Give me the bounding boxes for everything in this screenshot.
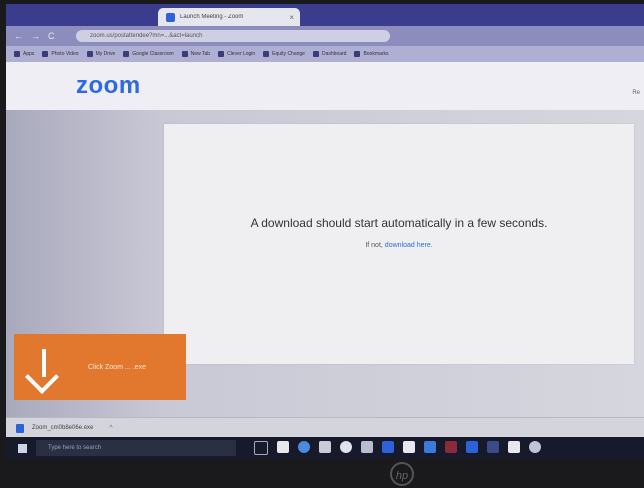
browser-toolbar: ← → C zoom.us/postattendee?mn=...&act=la… bbox=[6, 26, 644, 46]
zoom-header: zoom Re bbox=[6, 62, 644, 110]
bookmark-item[interactable]: Google Classroom bbox=[123, 51, 174, 57]
tab-strip: Launch Meeting - Zoom × bbox=[6, 4, 644, 26]
bookmark-item[interactable]: Bookmarks bbox=[354, 51, 388, 57]
header-edge-mark: Re bbox=[632, 90, 640, 96]
tab-title: Launch Meeting - Zoom bbox=[180, 14, 244, 20]
zoom-logo[interactable]: zoom bbox=[76, 72, 141, 100]
bookmark-item[interactable]: Dashboard bbox=[312, 51, 346, 57]
camera-icon[interactable] bbox=[508, 441, 520, 453]
bookmarks-bar: Apps Photo Video My Drive Google Classro… bbox=[6, 46, 644, 62]
chrome-icon[interactable] bbox=[298, 441, 310, 453]
taskbar-search[interactable]: Type here to search bbox=[36, 440, 236, 456]
address-bar[interactable]: zoom.us/postattendee?mn=...&act=launch bbox=[76, 30, 390, 42]
bookmark-icon bbox=[42, 51, 49, 57]
fallback-prefix: If not, bbox=[365, 242, 385, 249]
bookmark-icon bbox=[263, 51, 270, 57]
downloaded-file[interactable]: Zoom_cm0b8e06e.exe bbox=[32, 425, 93, 431]
app-icon[interactable] bbox=[529, 441, 541, 453]
screen: Launch Meeting - Zoom × ← → C zoom.us/po… bbox=[6, 4, 644, 459]
bookmark-item[interactable]: Clever Login bbox=[218, 51, 255, 57]
close-tab-icon[interactable]: × bbox=[289, 13, 294, 22]
chevron-up-icon[interactable]: ^ bbox=[109, 425, 112, 432]
bookmark-icon bbox=[181, 51, 188, 57]
file-icon bbox=[16, 423, 24, 433]
mail-icon[interactable] bbox=[319, 441, 331, 453]
laptop-bezel: hp bbox=[372, 462, 432, 487]
app-icon[interactable] bbox=[403, 441, 415, 453]
download-shelf: Zoom_cm0b8e06e.exe ^ bbox=[6, 417, 644, 438]
hp-logo: hp bbox=[390, 462, 414, 486]
bookmark-icon bbox=[86, 51, 93, 57]
download-callout[interactable]: Click Zoom ... .exe bbox=[14, 334, 186, 400]
bookmark-icon bbox=[354, 51, 361, 57]
download-card: A download should start automatically in… bbox=[164, 124, 634, 364]
app-icon[interactable] bbox=[424, 441, 436, 453]
task-view-icon[interactable] bbox=[254, 441, 268, 455]
app-icon[interactable] bbox=[340, 441, 352, 453]
download-fallback: If not, download here. bbox=[164, 242, 634, 249]
windows-taskbar: Type here to search bbox=[6, 437, 644, 459]
bookmark-item[interactable]: New Tab bbox=[181, 51, 210, 57]
bookmark-icon bbox=[14, 51, 20, 57]
reload-button[interactable]: C bbox=[48, 31, 55, 41]
download-here-link[interactable]: download here. bbox=[385, 242, 433, 249]
forward-button[interactable]: → bbox=[31, 31, 40, 41]
file-icon[interactable] bbox=[277, 441, 289, 453]
down-arrow-icon bbox=[25, 347, 62, 394]
store-icon[interactable] bbox=[382, 441, 394, 453]
windows-start-icon[interactable] bbox=[18, 444, 27, 453]
bookmark-icon bbox=[123, 51, 130, 57]
bookmark-item[interactable]: Photo Video bbox=[42, 51, 79, 57]
bookmark-icon bbox=[312, 51, 319, 57]
browser-tab[interactable]: Launch Meeting - Zoom × bbox=[158, 8, 300, 26]
download-message: A download should start automatically in… bbox=[250, 216, 548, 230]
bookmark-item[interactable]: Equity Change bbox=[263, 51, 305, 57]
bookmark-item[interactable]: Apps bbox=[14, 51, 34, 57]
callout-text: Click Zoom ... .exe bbox=[88, 363, 146, 371]
app-icon[interactable] bbox=[445, 441, 457, 453]
bookmark-item[interactable]: My Drive bbox=[86, 51, 115, 57]
app-icon[interactable] bbox=[361, 441, 373, 453]
back-button[interactable]: ← bbox=[14, 31, 23, 41]
taskbar-icons bbox=[254, 441, 550, 455]
bookmark-icon bbox=[218, 51, 225, 57]
zoom-favicon-icon bbox=[166, 12, 175, 22]
app-icon[interactable] bbox=[466, 441, 478, 453]
app-icon[interactable] bbox=[487, 441, 499, 453]
